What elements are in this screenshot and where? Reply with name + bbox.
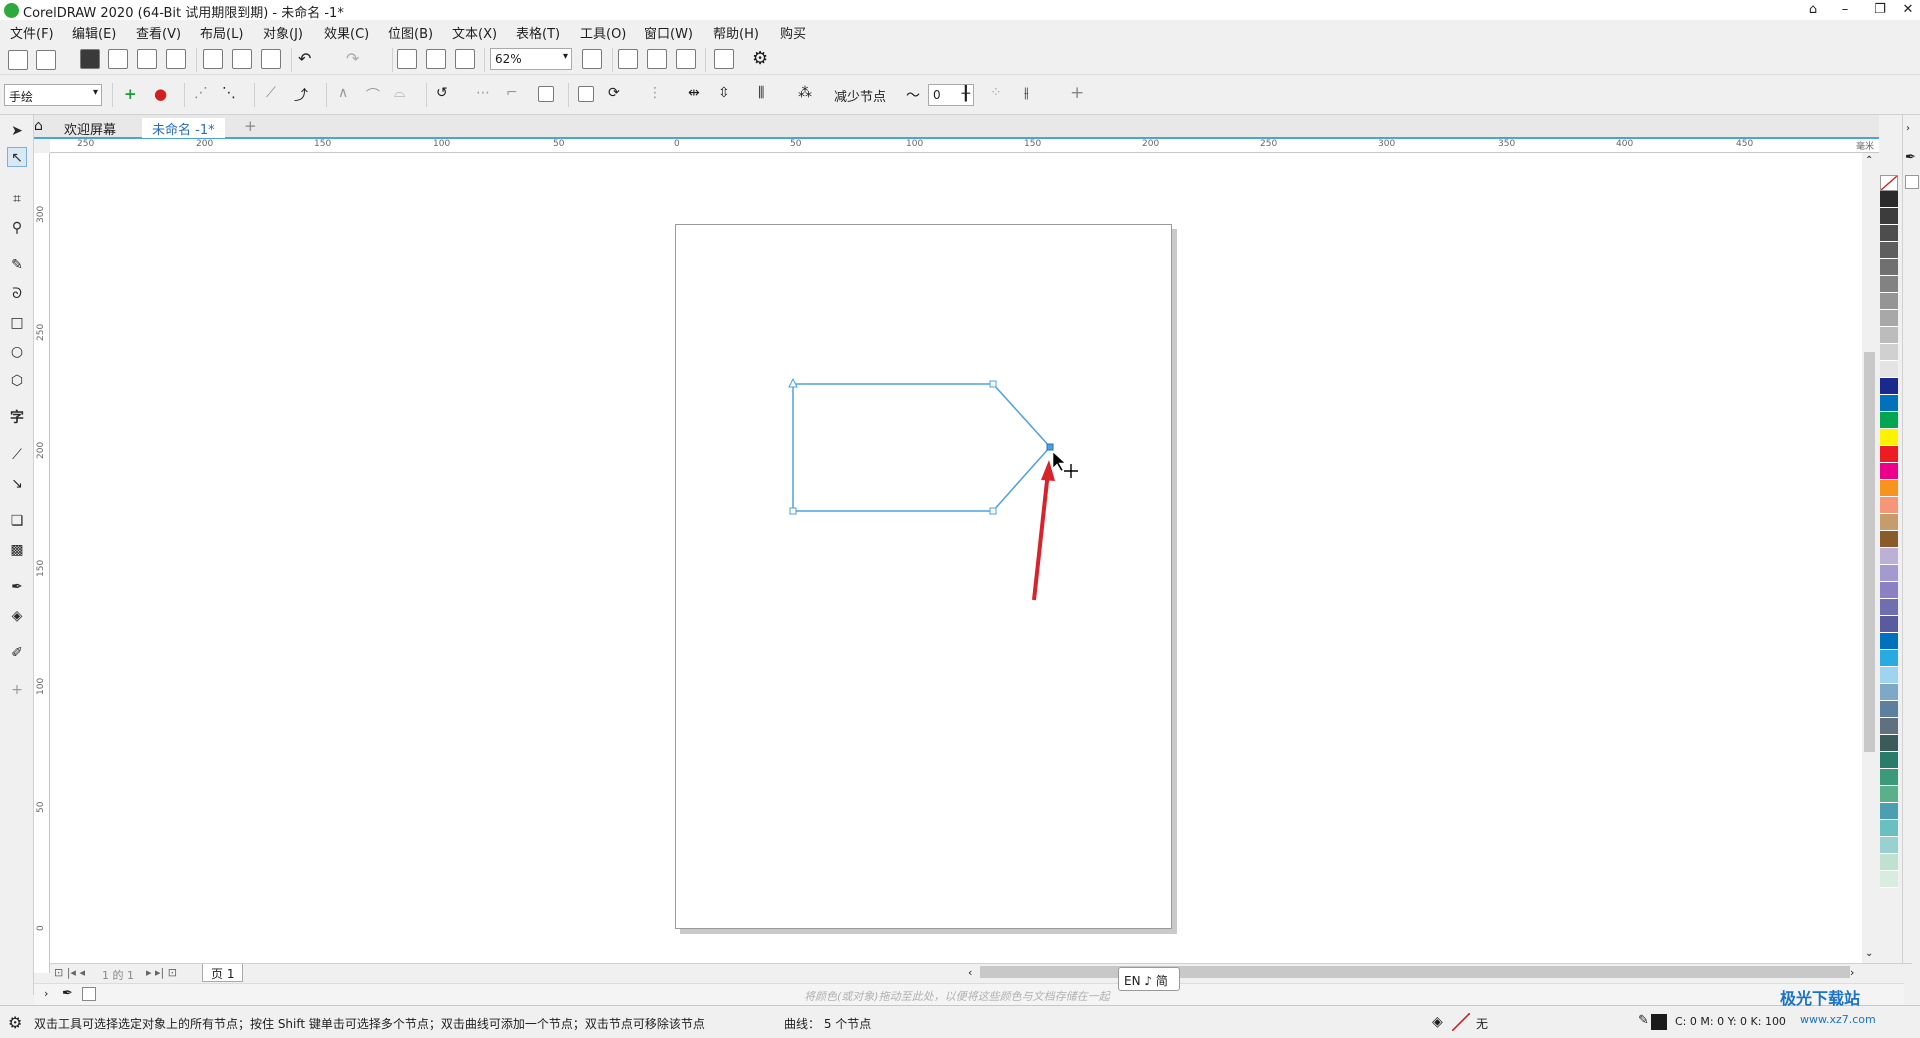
- page-nav-count: 1 的 1: [102, 969, 134, 982]
- color-swatch[interactable]: [1880, 310, 1898, 327]
- edited-curve-shape[interactable]: [792, 383, 1052, 512]
- page-nav-first-icon[interactable]: ⊡ |◂ ◂: [54, 966, 85, 979]
- color-swatch[interactable]: [1880, 718, 1898, 735]
- color-swatch[interactable]: [1880, 259, 1898, 276]
- color-swatch[interactable]: [1880, 735, 1898, 752]
- color-swatch[interactable]: [1880, 854, 1898, 871]
- color-swatch[interactable]: [1880, 412, 1898, 429]
- watermark-url: www.xz7.com: [1800, 1013, 1876, 1026]
- doc-palette-no-color-swatch[interactable]: [82, 987, 96, 1001]
- status-hint: 双击工具可选择选定对象上的所有节点；按住 Shift 键单击可选择多个节点；双击…: [34, 1017, 705, 1031]
- status-settings-icon[interactable]: ⚙: [8, 1013, 22, 1032]
- crosshair-cursor-icon: [1064, 464, 1078, 478]
- color-swatch[interactable]: [1880, 395, 1898, 412]
- color-swatch[interactable]: [1880, 344, 1898, 361]
- color-swatch[interactable]: [1880, 837, 1898, 854]
- horizontal-scrollbar-thumb[interactable]: [980, 966, 1850, 978]
- doc-palette-expand-icon[interactable]: ›: [44, 987, 48, 1000]
- eyedropper-icon[interactable]: ✒: [1905, 150, 1916, 165]
- color-palette: [1880, 175, 1902, 965]
- color-swatch[interactable]: [1880, 820, 1898, 837]
- color-swatch[interactable]: [1880, 225, 1898, 242]
- palette-swatches: [1880, 191, 1902, 888]
- color-swatch[interactable]: [1880, 514, 1898, 531]
- outline-pen-icon: ✎: [1638, 1013, 1649, 1028]
- color-swatch[interactable]: [1880, 667, 1898, 684]
- color-swatch[interactable]: [1880, 208, 1898, 225]
- outline-color-swatch[interactable]: [1651, 1014, 1667, 1030]
- color-swatch[interactable]: [1880, 531, 1898, 548]
- color-swatch[interactable]: [1880, 803, 1898, 820]
- color-swatch[interactable]: [1880, 548, 1898, 565]
- scroll-up-icon[interactable]: ⌃: [1865, 155, 1873, 166]
- node-marker[interactable]: [989, 380, 997, 388]
- docker-bar: › ✒: [1902, 115, 1920, 995]
- color-swatch[interactable]: [1880, 701, 1898, 718]
- color-swatch[interactable]: [1880, 684, 1898, 701]
- outline-color-values: C: 0 M: 0 Y: 0 K: 100: [1675, 1015, 1786, 1028]
- status-bar: ⚙ 双击工具可选择选定对象上的所有节点；按住 Shift 键单击可选择多个节点；…: [0, 1005, 1920, 1038]
- watermark-logo: 极光下载站: [1780, 989, 1861, 1008]
- status-curve-info: 曲线： 5 个节点: [784, 1017, 872, 1031]
- doc-palette-eyedropper-icon[interactable]: ✒: [62, 986, 73, 1001]
- color-swatch[interactable]: [1880, 752, 1898, 769]
- fill-color-icon[interactable]: [1905, 175, 1919, 189]
- node-marker[interactable]: [789, 507, 797, 515]
- scroll-down-icon[interactable]: ⌄: [1865, 948, 1873, 959]
- start-node-marker[interactable]: [788, 377, 798, 388]
- color-swatch[interactable]: [1880, 497, 1898, 514]
- scroll-left-icon[interactable]: ‹: [968, 966, 972, 979]
- canvas-overlay: [788, 377, 1078, 601]
- color-swatch[interactable]: [1880, 361, 1898, 378]
- color-swatch[interactable]: [1880, 378, 1898, 395]
- color-swatch[interactable]: [1880, 242, 1898, 259]
- document-palette-bar: › ✒ 将颜色(或对象)拖动至此处，以便将这些颜色与文档存储在一起: [34, 983, 1904, 1005]
- color-swatch[interactable]: [1880, 463, 1898, 480]
- color-swatch[interactable]: [1880, 327, 1898, 344]
- color-swatch[interactable]: [1880, 276, 1898, 293]
- selected-node-marker[interactable]: [1046, 443, 1054, 451]
- no-color-swatch[interactable]: [1880, 175, 1898, 191]
- color-swatch[interactable]: [1880, 599, 1898, 616]
- color-swatch[interactable]: [1880, 786, 1898, 803]
- color-swatch[interactable]: [1880, 565, 1898, 582]
- color-swatch[interactable]: [1880, 769, 1898, 786]
- page-tab-1[interactable]: 页 1: [202, 964, 244, 982]
- page-nav-next-icon[interactable]: ▸ ▸| ⊡: [146, 966, 177, 979]
- color-swatch[interactable]: [1880, 871, 1898, 888]
- mouse-pointer-icon: [1052, 451, 1066, 472]
- color-swatch[interactable]: [1880, 191, 1898, 208]
- node-marker[interactable]: [989, 507, 997, 515]
- no-fill-swatch[interactable]: [1451, 1012, 1471, 1032]
- color-swatch[interactable]: [1880, 480, 1898, 497]
- expand-docker-icon[interactable]: ›: [1906, 123, 1910, 134]
- color-swatch[interactable]: [1880, 650, 1898, 667]
- color-swatch[interactable]: [1880, 446, 1898, 463]
- vertical-scrollbar-thumb[interactable]: [1864, 352, 1875, 752]
- color-swatch[interactable]: [1880, 616, 1898, 633]
- color-swatch[interactable]: [1880, 582, 1898, 599]
- color-swatch[interactable]: [1880, 429, 1898, 446]
- ime-indicator[interactable]: EN ♪ 简: [1118, 967, 1180, 991]
- annotation-arrow: [1032, 471, 1050, 601]
- color-swatch[interactable]: [1880, 293, 1898, 310]
- color-swatch[interactable]: [1880, 633, 1898, 650]
- doc-palette-hint: 将颜色(或对象)拖动至此处，以便将这些颜色与文档存储在一起: [804, 990, 1110, 1003]
- fill-label: 无: [1476, 1017, 1489, 1031]
- scroll-right-icon[interactable]: ›: [1850, 966, 1854, 979]
- fill-bucket-icon: ◈: [1432, 1014, 1443, 1030]
